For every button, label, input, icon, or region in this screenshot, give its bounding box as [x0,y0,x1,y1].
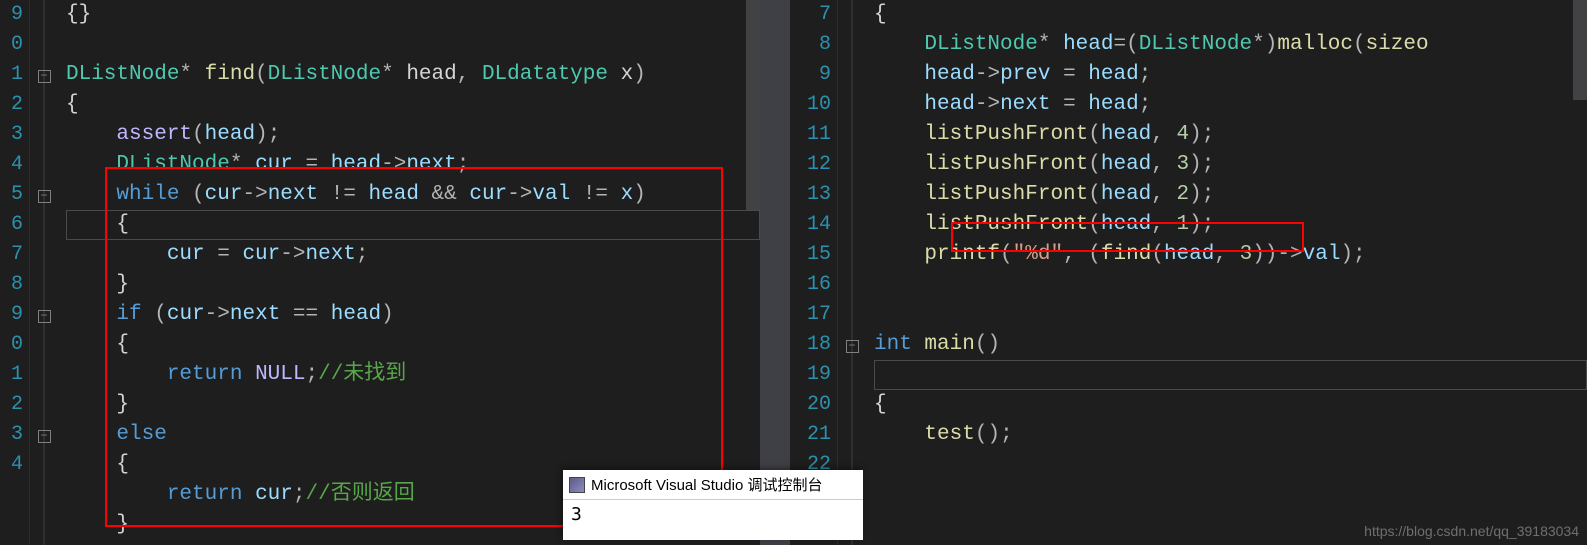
line-number: 18 [790,330,831,360]
code-line[interactable]: {} [66,0,760,30]
fold-column-right: − [838,0,866,545]
code-line[interactable]: DListNode* head=(DListNode*)malloc(sizeo [874,30,1587,60]
line-number: 4 [0,450,23,480]
code-line[interactable]: else [66,420,760,450]
fold-toggle[interactable]: − [38,430,51,443]
line-number: 8 [0,270,23,300]
line-number: 20 [790,390,831,420]
code-line[interactable]: return NULL;//未找到 [66,360,760,390]
line-number: 0 [0,330,23,360]
scrollbar-thumb-left[interactable] [746,0,760,210]
line-number: 17 [790,300,831,330]
line-number: 16 [790,270,831,300]
fold-column-left: − − − − [30,0,58,545]
fold-toggle[interactable]: − [38,190,51,203]
code-line[interactable]: { [874,0,1587,30]
line-number: 3 [0,420,23,450]
code-line[interactable]: DListNode* cur = head->next; [66,150,760,180]
code-line[interactable]: { [66,330,760,360]
line-number: 10 [790,90,831,120]
code-line[interactable] [66,30,760,60]
code-line[interactable] [874,360,1587,390]
code-line[interactable]: listPushFront(head, 4); [874,120,1587,150]
line-number: 2 [0,390,23,420]
line-number: 9 [790,60,831,90]
code-line[interactable]: test(); [874,420,1587,450]
line-number: 14 [790,210,831,240]
debug-console-output: 3 [563,500,863,529]
code-line[interactable]: printf("%d", (find(head, 3))->val); [874,240,1587,270]
line-number: 13 [790,180,831,210]
line-number: 4 [0,150,23,180]
code-line[interactable]: assert(head); [66,120,760,150]
pane-divider[interactable] [760,0,790,545]
code-area-left[interactable]: {} DListNode* find(DListNode* head, DLdat… [58,0,760,545]
code-line[interactable]: if (cur->next == head) [66,300,760,330]
line-number: 19 [790,360,831,390]
fold-toggle[interactable]: − [38,310,51,323]
line-number: 9 [0,300,23,330]
line-number: 1 [0,360,23,390]
line-number: 7 [0,240,23,270]
line-number: 2 [0,90,23,120]
line-number: 9 [0,0,23,30]
right-editor-pane: 78910111213141516171819202122 − { DListN… [790,0,1587,545]
console-icon [569,477,585,493]
line-number: 11 [790,120,831,150]
line-number: 0 [0,30,23,60]
line-number: 6 [0,210,23,240]
line-number: 7 [790,0,831,30]
line-number: 1 [0,60,23,90]
code-line[interactable]: DListNode* find(DListNode* head, DLdatat… [66,60,760,90]
code-line[interactable]: { [874,390,1587,420]
scrollbar-thumb-right[interactable] [1573,0,1587,100]
left-editor-pane: 9012345678901234 −−−− {}DListNode* find(… [0,0,760,545]
code-line[interactable]: int main() [874,330,1587,360]
line-number-gutter-right: 78910111213141516171819202122 [790,0,838,545]
line-number: 5 [0,180,23,210]
line-number: 3 [0,120,23,150]
code-line[interactable]: } [66,270,760,300]
line-number: 15 [790,240,831,270]
debug-console-window[interactable]: Microsoft Visual Studio 调试控制台 3 [563,470,863,540]
code-line[interactable]: listPushFront(head, 2); [874,180,1587,210]
line-number: 12 [790,150,831,180]
code-line[interactable] [874,300,1587,330]
debug-console-titlebar[interactable]: Microsoft Visual Studio 调试控制台 [563,470,863,500]
fold-toggle[interactable]: − [846,340,859,353]
debug-console-title: Microsoft Visual Studio 调试控制台 [591,474,822,495]
code-line[interactable] [874,270,1587,300]
line-number: 21 [790,420,831,450]
line-number: 8 [790,30,831,60]
code-line[interactable]: cur = cur->next; [66,240,760,270]
code-line[interactable]: { [66,90,760,120]
watermark-text: https://blog.csdn.net/qq_39183034 [1364,523,1579,539]
code-line[interactable] [874,450,1587,480]
code-line[interactable]: head->next = head; [874,90,1587,120]
code-line[interactable]: while (cur->next != head && cur->val != … [66,180,760,210]
code-line[interactable]: listPushFront(head, 1); [874,210,1587,240]
fold-toggle[interactable]: − [38,70,51,83]
code-line[interactable]: head->prev = head; [874,60,1587,90]
code-line[interactable]: } [66,390,760,420]
code-line[interactable]: { [66,210,760,240]
code-line[interactable]: listPushFront(head, 3); [874,150,1587,180]
line-number-gutter-left: 9012345678901234 [0,0,30,545]
code-area-right[interactable]: { DListNode* head=(DListNode*)malloc(siz… [866,0,1587,545]
